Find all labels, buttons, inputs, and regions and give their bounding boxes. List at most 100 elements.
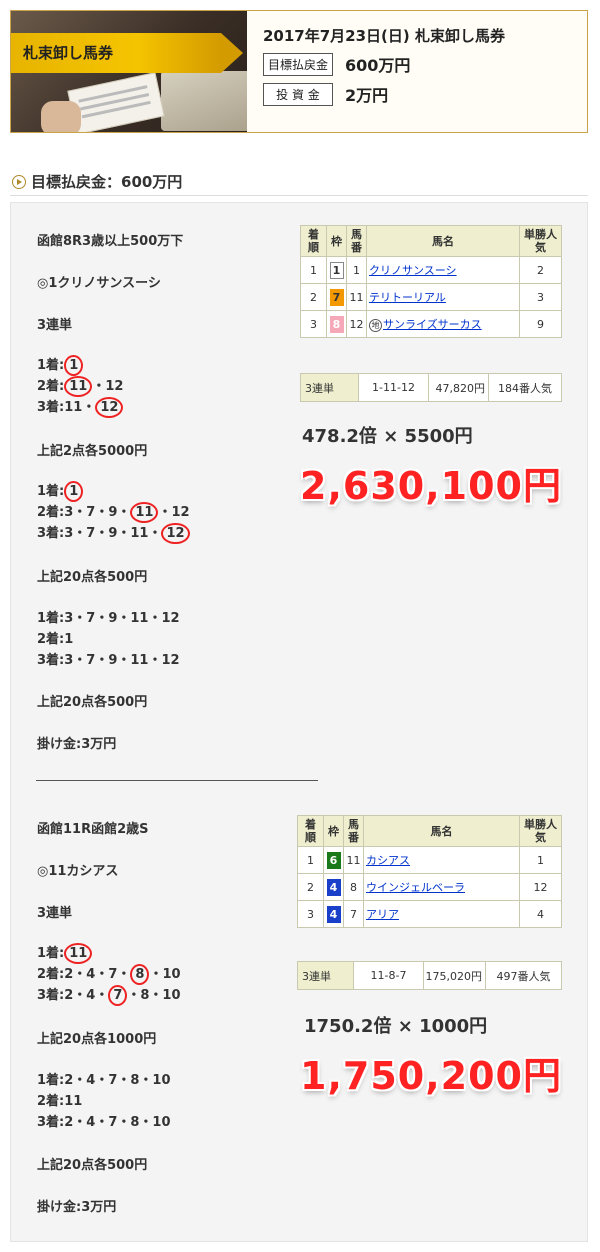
race2-name: 函館11R函館2歳S	[37, 822, 149, 837]
payout-amount: 175,020円	[423, 961, 486, 990]
race1-line: 2着:3・7・9・ 11 ・12	[37, 501, 190, 523]
col-head: 単勝人気	[519, 815, 562, 847]
horse-link[interactable]: クリノサンスーシ	[369, 264, 457, 277]
pos-cell: 2	[297, 873, 324, 901]
play-arrow-icon	[12, 174, 26, 189]
col-head: 馬番	[343, 815, 364, 847]
target-label: 目標払戻金	[263, 52, 333, 76]
race1-pick: ◎1クリノサンスーシ	[37, 276, 161, 291]
race1-multiplier: 478.2倍 × 5500円	[302, 426, 473, 447]
banner-ribbon: 札束卸し馬券	[11, 33, 243, 73]
race1-line: 1着:3・7・9・11・12	[37, 611, 180, 626]
col-head: 枠	[326, 225, 347, 257]
payout-rank: 497番人気	[485, 961, 562, 990]
race-divider	[36, 780, 318, 781]
pop-cell: 2	[519, 256, 562, 284]
banknote-illustration	[161, 71, 247, 131]
race1-line: 1着: 1	[37, 354, 84, 376]
race1-type: 3連単	[37, 318, 73, 333]
race2-note: 上記20点各1000円	[37, 1032, 157, 1047]
race2-note: 上記20点各500円	[37, 1158, 148, 1173]
invest-value: 2万円	[345, 86, 389, 105]
col-head: 馬番	[346, 225, 367, 257]
waku-cell: 7	[326, 283, 347, 311]
num-cell: 11	[346, 283, 367, 311]
payout-rank: 184番人気	[488, 373, 562, 402]
pos-cell: 2	[300, 283, 327, 311]
horse-link[interactable]: サンライズサーカス	[383, 318, 482, 331]
num-cell: 8	[343, 873, 364, 901]
waku-cell: 8	[326, 310, 347, 338]
race2-line: 1着:2・4・7・8・10	[37, 1073, 171, 1088]
payout-type: 3連単	[300, 373, 359, 402]
local-horse-mark-icon: 地	[369, 319, 382, 332]
race1-line: 3着:11・ 12	[37, 396, 124, 418]
race1-bet: 掛け金:3万円	[37, 737, 117, 752]
race1-line: 2着:1	[37, 632, 74, 647]
payout-amount: 47,820円	[428, 373, 489, 402]
section-divider	[10, 195, 588, 196]
pop-cell: 12	[519, 873, 562, 901]
banner-label: 札束卸し馬券	[23, 44, 114, 62]
waku-cell: 6	[323, 846, 344, 874]
race2-result-table: 着順 枠 馬番 馬名 単勝人気 1 6 11 カシアス 1 2 4 8 ウインジ…	[297, 815, 562, 928]
race1-note: 上記20点各500円	[37, 695, 148, 710]
horse-link[interactable]: アリア	[366, 908, 399, 921]
pos-cell: 1	[297, 846, 324, 874]
race2-line: 2着:2・4・7・ 8 ・10	[37, 963, 181, 985]
pos-cell: 3	[300, 310, 327, 338]
num-cell: 7	[343, 900, 364, 928]
col-head: 馬名	[363, 815, 520, 847]
horse-name-cell: 地サンライズサーカス	[366, 310, 520, 338]
race2-line: 1着: 11	[37, 942, 93, 964]
pop-cell: 3	[519, 283, 562, 311]
waku-cell: 4	[323, 873, 344, 901]
pop-cell: 9	[519, 310, 562, 338]
horse-link[interactable]: ウインジェルベーラ	[366, 881, 465, 894]
num-cell: 12	[346, 310, 367, 338]
race2-line: 3着:2・4・7・8・10	[37, 1115, 171, 1130]
race1-line: 1着: 1	[37, 480, 84, 502]
table-row: 1 1 1 クリノサンスーシ 2	[300, 256, 562, 284]
col-head: 単勝人気	[519, 225, 562, 257]
payout-type: 3連単	[297, 961, 354, 990]
horse-name-cell: アリア	[363, 900, 520, 928]
table-row: 3 4 7 アリア 4	[297, 900, 562, 928]
target-value: 600万円	[345, 56, 411, 75]
race2-line: 2着:11	[37, 1094, 83, 1109]
table-row: 2 4 8 ウインジェルベーラ 12	[297, 873, 562, 901]
race1-note: 上記20点各500円	[37, 570, 148, 585]
race2-line: 3着:2・4・7・8・10	[37, 984, 181, 1006]
payout-combo: 1-11-12	[358, 373, 429, 402]
table-row: 1 6 11 カシアス 1	[297, 846, 562, 874]
horse-name-cell: カシアス	[363, 846, 520, 874]
race2-multiplier: 1750.2倍 × 1000円	[304, 1016, 488, 1037]
race1-line: 3着:3・7・9・11・12	[37, 522, 190, 544]
race1-payout-table: 3連単 1-11-12 47,820円 184番人気	[300, 373, 562, 402]
race2-payout-table: 3連単 11-8-7 175,020円 497番人気	[297, 961, 562, 990]
pos-cell: 3	[297, 900, 324, 928]
race1-payout-big: 2,630,100円	[300, 464, 562, 508]
race1-line: 3着:3・7・9・11・12	[37, 653, 180, 668]
hand-illustration	[41, 101, 81, 132]
horse-name-cell: ウインジェルベーラ	[363, 873, 520, 901]
section-heading: 目標払戻金：600万円	[12, 171, 182, 192]
race2-payout-big: 1,750,200円	[300, 1054, 562, 1098]
pos-cell: 1	[300, 256, 327, 284]
waku-cell: 4	[323, 900, 344, 928]
pop-cell: 4	[519, 900, 562, 928]
horse-link[interactable]: カシアス	[366, 854, 410, 867]
header-box: 札束卸し馬券 2017年7月23日(日) 札束卸し馬券 目標払戻金 600万円 …	[10, 10, 588, 133]
horse-link[interactable]: テリトーリアル	[369, 291, 446, 304]
payout-combo: 11-8-7	[353, 961, 424, 990]
col-head: 着順	[300, 225, 327, 257]
race1-note: 上記2点各5000円	[37, 444, 148, 459]
section-title: 目標払戻金：600万円	[31, 173, 183, 191]
num-cell: 1	[346, 256, 367, 284]
header-title: 2017年7月23日(日) 札束卸し馬券	[263, 27, 505, 45]
num-cell: 11	[343, 846, 364, 874]
race2-type: 3連単	[37, 906, 73, 921]
waku-cell: 1	[326, 256, 347, 284]
pop-cell: 1	[519, 846, 562, 874]
race2-bet: 掛け金:3万円	[37, 1200, 117, 1215]
